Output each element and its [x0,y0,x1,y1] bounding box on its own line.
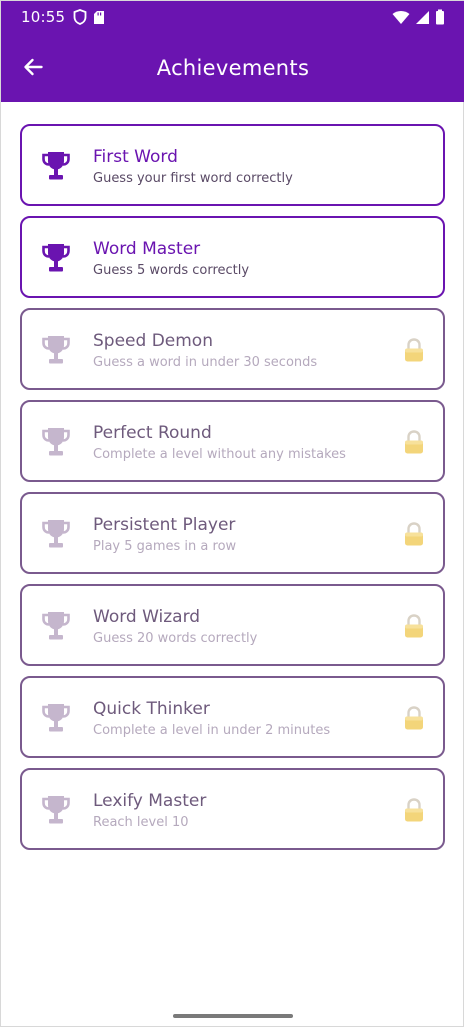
signal-icon [416,10,429,24]
trophy-icon [42,612,70,640]
trophy-icon [42,520,70,548]
trophy-icon [42,244,70,272]
app-bar: 10:55 Achievements [1,1,464,102]
page-title: Achievements [156,55,310,80]
lock-icon [405,706,423,730]
achievement-card[interactable]: Word Wizard Guess 20 words correctly [20,584,445,666]
shield-icon [73,9,87,25]
trophy-icon [42,704,70,732]
achievement-name: First Word [93,147,178,167]
trophy-icon [42,428,70,456]
achievement-card[interactable]: Speed Demon Guess a word in under 30 seco… [20,308,445,390]
achievement-card[interactable]: Lexify Master Reach level 10 [20,768,445,850]
arrow-left-icon [24,58,43,76]
achievement-name: Quick Thinker [93,699,210,719]
achievement-description: Play 5 games in a row [93,539,237,554]
achievement-description: Guess a word in under 30 seconds [93,355,318,370]
achievement-card[interactable]: Quick Thinker Complete a level in under 2… [20,676,445,758]
battery-icon [436,9,444,25]
lock-icon [405,522,423,546]
achievement-card[interactable]: Word Master Guess 5 words correctly [20,216,445,298]
achievement-description: Complete a level in under 2 minutes [93,723,331,738]
achievement-description: Guess 20 words correctly [93,631,258,646]
trophy-icon [42,152,70,180]
status-time: 10:55 [21,8,66,26]
achievement-name: Perfect Round [93,423,212,443]
home-indicator[interactable] [173,1014,293,1018]
achievement-list: First Word Guess your first word correctl… [20,124,445,860]
achievement-name: Word Wizard [93,607,201,627]
achievement-description: Guess 5 words correctly [93,263,250,278]
lock-icon [405,614,423,638]
back-button[interactable] [15,51,51,83]
trophy-icon [42,336,70,364]
lock-icon [405,798,423,822]
trophy-icon [42,796,70,824]
lock-icon [405,430,423,454]
achievement-card[interactable]: Perfect Round Complete a level without an… [20,400,445,482]
achievement-name: Speed Demon [93,331,213,351]
status-bar: 10:55 [1,1,464,33]
toolbar: Achievements [1,33,464,102]
achievement-card[interactable]: Persistent Player Play 5 games in a row [20,492,445,574]
achievement-description: Reach level 10 [93,815,189,830]
lock-icon [405,338,423,362]
achievement-name: Persistent Player [93,515,236,535]
sd-card-icon [94,10,105,24]
achievement-name: Lexify Master [93,791,207,811]
achievement-card[interactable]: First Word Guess your first word correctl… [20,124,445,206]
wifi-icon [392,10,410,24]
achievement-description: Guess your first word correctly [93,171,293,186]
achievement-name: Word Master [93,239,201,259]
achievement-description: Complete a level without any mistakes [93,447,346,462]
